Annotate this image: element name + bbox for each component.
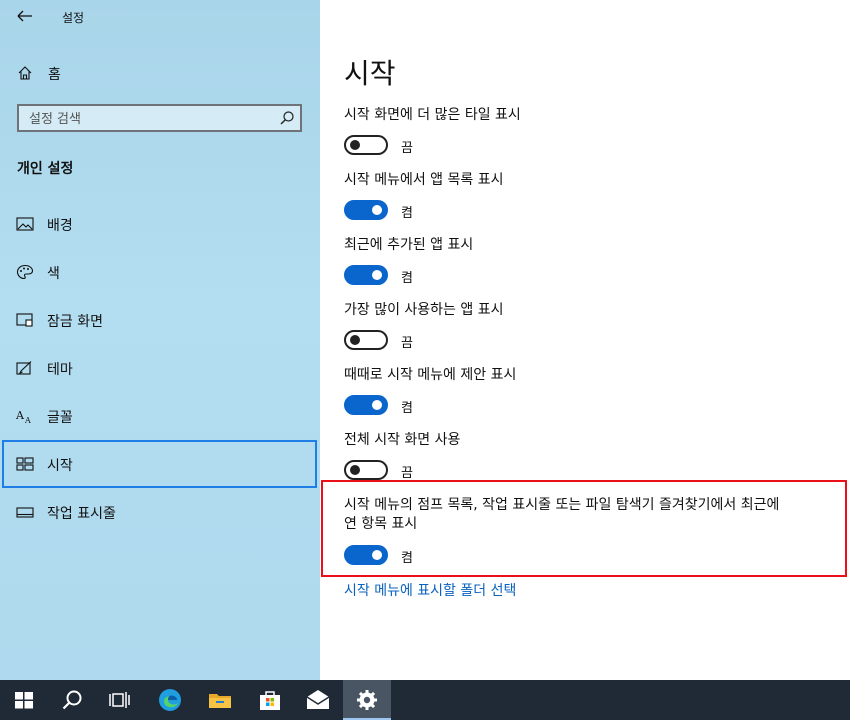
taskbar-task-view[interactable] — [96, 680, 144, 720]
picture-icon — [16, 217, 34, 231]
setting-label: 전체 시작 화면 사용 — [344, 432, 461, 448]
sidebar-item-label: 잠금 화면 — [47, 314, 103, 330]
theme-icon — [16, 361, 32, 375]
taskbar-icon — [16, 507, 34, 518]
choose-folders-link[interactable]: 시작 메뉴에 표시할 폴더 선택 — [344, 580, 516, 600]
window-title: 설정 — [62, 11, 85, 25]
setting-suggestions: 때때로 시작 메뉴에 제안 표시 켬 — [344, 366, 824, 417]
sidebar-item-color[interactable]: 색 — [0, 248, 320, 296]
sidebar-item-lock-screen[interactable]: 잠금 화면 — [0, 296, 320, 344]
search-input[interactable] — [19, 106, 281, 132]
sidebar-item-start[interactable]: 시작 — [2, 440, 317, 488]
toggle-switch[interactable] — [344, 330, 388, 350]
toggle-knob — [372, 400, 382, 410]
setting-label: 최근에 추가된 앱 표시 — [344, 237, 474, 253]
sidebar-item-label: 작업 표시줄 — [47, 506, 116, 522]
setting-recent-items: 시작 메뉴의 점프 목록, 작업 표시줄 또는 파일 탐색기 즐겨찾기에서 최근… — [344, 496, 784, 567]
start-icon — [16, 457, 34, 471]
toggle-state-label: 켬 — [401, 271, 413, 286]
sidebar-item-label: 글꼴 — [47, 410, 73, 426]
svg-text:A: A — [16, 409, 25, 422]
settings-gear-icon — [357, 690, 377, 710]
setting-recently-added: 최근에 추가된 앱 표시 켬 — [344, 236, 824, 287]
toggle-switch[interactable] — [344, 135, 388, 155]
taskbar-edge[interactable] — [146, 680, 194, 720]
sidebar-item-taskbar[interactable]: 작업 표시줄 — [0, 488, 320, 536]
toggle-state-label: 끔 — [401, 466, 413, 481]
file-explorer-icon — [209, 694, 231, 708]
edge-icon — [159, 689, 181, 711]
search-icon[interactable] — [279, 110, 295, 126]
toggle-knob — [350, 140, 360, 150]
palette-icon — [16, 264, 34, 280]
sidebar-item-label: 색 — [47, 266, 60, 282]
toggle-knob — [372, 270, 382, 280]
toggle-knob — [350, 335, 360, 345]
toggle-state-label: 켬 — [401, 551, 413, 566]
sidebar-item-label: 테마 — [47, 362, 73, 378]
font-icon: A A — [16, 409, 31, 424]
toggle-state-label: 끔 — [401, 141, 413, 156]
setting-most-used: 가장 많이 사용하는 앱 표시 끔 — [344, 301, 824, 352]
toggle-state-label: 켬 — [401, 206, 413, 221]
setting-full-screen: 전체 시작 화면 사용 끔 — [344, 431, 824, 482]
toggle-switch[interactable] — [344, 200, 388, 220]
sidebar-home[interactable]: 홈 — [0, 56, 320, 90]
back-arrow-icon — [17, 10, 32, 22]
taskbar — [0, 680, 850, 720]
task-view-icon — [109, 692, 130, 708]
taskbar-start-button[interactable] — [0, 680, 48, 720]
search-icon — [62, 690, 82, 710]
setting-label: 시작 화면에 더 많은 타일 표시 — [344, 107, 521, 123]
toggle-state-label: 끔 — [401, 336, 413, 351]
taskbar-store[interactable] — [246, 680, 294, 720]
taskbar-search-button[interactable] — [48, 680, 96, 720]
toggle-knob — [350, 465, 360, 475]
back-button[interactable] — [10, 4, 38, 28]
sidebar-home-label: 홈 — [48, 67, 61, 83]
taskbar-file-explorer[interactable] — [196, 680, 244, 720]
sidebar-item-theme[interactable]: 테마 — [0, 344, 320, 392]
store-icon — [260, 691, 280, 710]
svg-text:A: A — [24, 416, 31, 424]
sidebar-item-label: 시작 — [47, 458, 73, 474]
toggle-switch[interactable] — [344, 545, 388, 565]
sidebar: 설정 홈 개인 설정 배경 색 잠금 화면 — [0, 0, 320, 680]
taskbar-settings[interactable] — [343, 680, 391, 720]
setting-label: 가장 많이 사용하는 앱 표시 — [344, 302, 504, 318]
sidebar-item-background[interactable]: 배경 — [0, 200, 320, 248]
toggle-knob — [372, 205, 382, 215]
toggle-switch[interactable] — [344, 395, 388, 415]
windows-start-icon — [15, 692, 33, 709]
taskbar-mail[interactable] — [294, 680, 342, 720]
setting-more-tiles: 시작 화면에 더 많은 타일 표시 끔 — [344, 106, 824, 157]
main-content: 시작 시작 화면에 더 많은 타일 표시 끔 시작 메뉴에서 앱 목록 표시 켬… — [320, 0, 850, 680]
page-title: 시작 — [344, 57, 396, 90]
mail-icon — [306, 690, 330, 709]
setting-label: 시작 메뉴의 점프 목록, 작업 표시줄 또는 파일 탐색기 즐겨찾기에서 최근… — [344, 497, 780, 532]
toggle-state-label: 켬 — [401, 401, 413, 416]
section-title: 개인 설정 — [17, 161, 74, 177]
setting-app-list: 시작 메뉴에서 앱 목록 표시 켬 — [344, 171, 824, 222]
toggle-switch[interactable] — [344, 265, 388, 285]
title-bar: 설정 — [0, 0, 320, 34]
home-icon — [18, 66, 32, 80]
setting-label: 때때로 시작 메뉴에 제안 표시 — [344, 367, 517, 383]
sidebar-item-label: 배경 — [47, 218, 73, 234]
sidebar-item-fonts[interactable]: A A 글꼴 — [0, 392, 320, 440]
lock-screen-icon — [16, 313, 33, 327]
setting-label: 시작 메뉴에서 앱 목록 표시 — [344, 172, 504, 188]
toggle-knob — [372, 550, 382, 560]
search-box[interactable] — [17, 104, 302, 132]
toggle-switch[interactable] — [344, 460, 388, 480]
